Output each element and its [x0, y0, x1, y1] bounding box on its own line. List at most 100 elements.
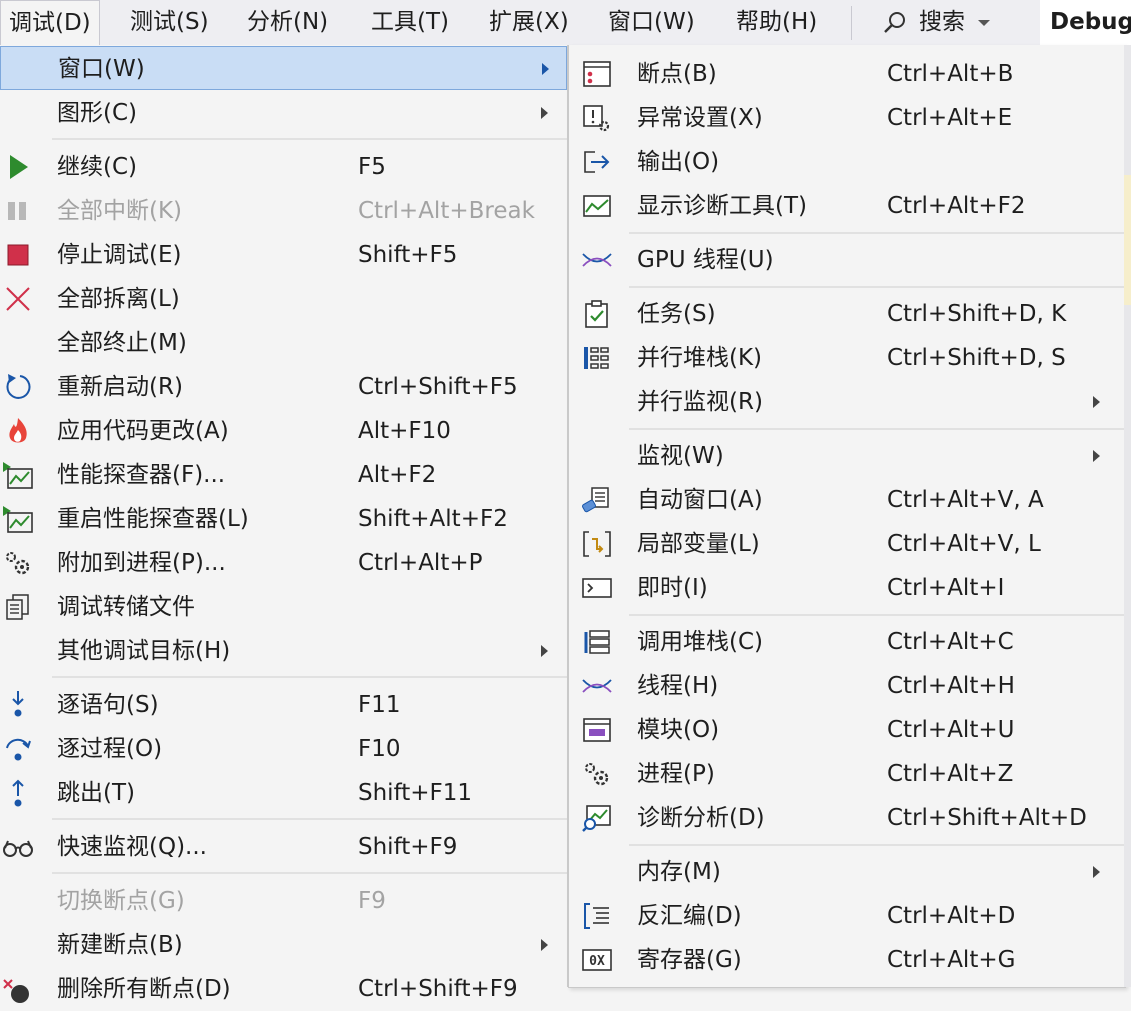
diagnostic-analysis-icon [581, 803, 613, 833]
solution-config-box[interactable]: Debug [1040, 0, 1131, 45]
menu-item-shortcut: Shift+F11 [358, 780, 473, 806]
menu-item-shortcut: Ctrl+Shift+F5 [358, 374, 518, 400]
submenu-item-parallel-stacks[interactable]: 并行堆栈(K) Ctrl+Shift+D, S [569, 336, 1125, 380]
submenu-item-call-stack[interactable]: 调用堆栈(C) Ctrl+Alt+C [569, 620, 1125, 664]
menu-item-delete-all-breakpoints[interactable]: 删除所有断点(D) Ctrl+Shift+F9 [0, 967, 567, 1011]
menu-item-label: 诊断分析(D) [637, 805, 765, 831]
menu-item-label: 输出(O) [637, 149, 720, 175]
submenu-item-autos[interactable]: 自动窗口(A) Ctrl+Alt+V, A [569, 478, 1125, 522]
menu-item-shortcut: Ctrl+Alt+F2 [887, 193, 1026, 219]
search-button[interactable]: 搜索 [919, 0, 965, 45]
menu-item-label: 窗口(W) [58, 56, 145, 82]
submenu-item-locals[interactable]: 局部变量(L) Ctrl+Alt+V, L [569, 522, 1125, 566]
submenu-item-exception-settings[interactable]: 异常设置(X) Ctrl+Alt+E [569, 96, 1125, 140]
search-icon[interactable] [882, 10, 908, 36]
submenu-item-tasks[interactable]: 任务(S) Ctrl+Shift+D, K [569, 292, 1125, 336]
menu-item-terminate-all[interactable]: 全部终止(M) [0, 321, 567, 365]
menu-item-label: 进程(P) [637, 761, 715, 787]
menubar-item-analyze[interactable]: 分析(N) [247, 0, 328, 45]
menubar-item-tools[interactable]: 工具(T) [371, 0, 449, 45]
menu-item-stop-debugging[interactable]: 停止调试(E) Shift+F5 [0, 233, 567, 277]
menu-item-continue[interactable]: 继续(C) F5 [0, 145, 567, 189]
submenu-item-processes[interactable]: 进程(P) Ctrl+Alt+Z [569, 752, 1125, 796]
exception-settings-icon [581, 103, 613, 133]
menu-item-step-over[interactable]: 逐过程(O) F10 [0, 727, 567, 771]
submenu-item-modules[interactable]: 模块(O) Ctrl+Alt+U [569, 708, 1125, 752]
menu-item-shortcut: F9 [358, 888, 386, 914]
editor-edge-highlight [1124, 175, 1131, 305]
menu-item-apply-code-changes[interactable]: 应用代码更改(A) Alt+F10 [0, 409, 567, 453]
menu-item-label: 全部终止(M) [57, 330, 187, 356]
menu-item-quick-watch[interactable]: 快速监视(Q)... Shift+F9 [0, 825, 567, 869]
submenu-item-threads[interactable]: 线程(H) Ctrl+Alt+H [569, 664, 1125, 708]
menu-item-label: 断点(B) [637, 61, 717, 87]
menu-separator [52, 676, 567, 678]
menu-item-shortcut: Alt+F10 [358, 418, 451, 444]
menu-item-shortcut: Ctrl+Shift+D, S [887, 345, 1066, 371]
menu-item-attach-to-process[interactable]: 附加到进程(P)... Ctrl+Alt+P [0, 541, 567, 585]
detach-x-icon [2, 284, 34, 314]
menu-item-window[interactable]: 窗口(W) [0, 46, 567, 90]
submenu-item-diagnostic-tools[interactable]: 显示诊断工具(T) Ctrl+Alt+F2 [569, 184, 1125, 228]
menu-item-detach-all[interactable]: 全部拆离(L) [0, 277, 567, 321]
menu-item-shortcut: Alt+F2 [358, 462, 437, 488]
submenu-item-immediate[interactable]: 即时(I) Ctrl+Alt+I [569, 566, 1125, 610]
menu-item-label: 异常设置(X) [637, 105, 763, 131]
menu-item-restart[interactable]: 重新启动(R) Ctrl+Shift+F5 [0, 365, 567, 409]
menu-item-label: 线程(H) [637, 673, 719, 699]
menu-item-label: 删除所有断点(D) [57, 976, 231, 1002]
menu-item-label: 继续(C) [57, 154, 138, 180]
menu-item-relaunch-profiler[interactable]: 重启性能探查器(L) Shift+Alt+F2 [0, 497, 567, 541]
menubar-item-test[interactable]: 测试(S) [130, 0, 209, 45]
menu-item-step-into[interactable]: 逐语句(S) F11 [0, 683, 567, 727]
menu-item-shortcut: Ctrl+Alt+H [887, 673, 1015, 699]
menubar-item-extensions[interactable]: 扩展(X) [489, 0, 569, 45]
submenu-item-watch[interactable]: 监视(W) [569, 434, 1125, 478]
debug-menu: 窗口(W) 图形(C) 继续(C) F5 全部中断(K) Ctrl+Alt+Br… [0, 45, 568, 1003]
processes-icon [581, 759, 613, 789]
menu-item-label: 调用堆栈(C) [637, 629, 764, 655]
menu-item-break-all[interactable]: 全部中断(K) Ctrl+Alt+Break [0, 189, 567, 233]
menu-item-label: 任务(S) [637, 301, 716, 327]
menu-item-label: 显示诊断工具(T) [637, 193, 807, 219]
chevron-right-icon [541, 939, 548, 951]
menu-item-new-breakpoint[interactable]: 新建断点(B) [0, 923, 567, 967]
menu-item-other-debug-targets[interactable]: 其他调试目标(H) [0, 629, 567, 673]
menubar-item-help[interactable]: 帮助(H) [736, 0, 817, 45]
menu-item-label: 全部中断(K) [57, 198, 183, 224]
submenu-item-output[interactable]: 输出(O) [569, 140, 1125, 184]
parallel-stacks-icon [581, 343, 613, 373]
menu-separator [629, 232, 1125, 234]
menu-item-step-out[interactable]: 跳出(T) Shift+F11 [0, 771, 567, 815]
menu-item-label: 局部变量(L) [637, 531, 760, 557]
submenu-item-gpu-threads[interactable]: GPU 线程(U) [569, 238, 1125, 282]
menubar-item-debug[interactable]: 调试(D) [0, 0, 100, 46]
menu-item-shortcut: Ctrl+Alt+P [358, 550, 483, 576]
output-icon [581, 147, 613, 177]
gpu-threads-icon [581, 245, 613, 275]
locals-icon [581, 529, 613, 559]
menu-item-graphics[interactable]: 图形(C) [0, 91, 567, 135]
menubar-item-window[interactable]: 窗口(W) [608, 0, 695, 45]
chevron-right-icon [1093, 450, 1100, 462]
restart-icon [2, 372, 34, 402]
menu-item-label: 逐过程(O) [57, 736, 163, 762]
submenu-item-registers[interactable]: 0X 寄存器(G) Ctrl+Alt+G [569, 938, 1125, 982]
submenu-item-disassembly[interactable]: 反汇编(D) Ctrl+Alt+D [569, 894, 1125, 938]
menu-item-toggle-breakpoint[interactable]: 切换断点(G) F9 [0, 879, 567, 923]
profiler-icon [2, 460, 34, 490]
menu-item-label: 并行堆栈(K) [637, 345, 763, 371]
menu-item-label: 反汇编(D) [637, 903, 742, 929]
menu-item-label: GPU 线程(U) [637, 247, 774, 273]
submenu-item-diagnostic-analysis[interactable]: 诊断分析(D) Ctrl+Shift+Alt+D [569, 796, 1125, 840]
menu-item-debug-dump-file[interactable]: 调试转储文件 [0, 585, 567, 629]
menu-item-label: 即时(I) [637, 575, 708, 601]
submenu-item-parallel-watch[interactable]: 并行监视(R) [569, 380, 1125, 424]
chevron-down-icon[interactable] [978, 20, 990, 26]
menu-item-shortcut: Ctrl+Shift+D, K [887, 301, 1067, 327]
menu-item-shortcut: Ctrl+Alt+I [887, 575, 1005, 601]
submenu-item-memory[interactable]: 内存(M) [569, 850, 1125, 894]
menu-item-shortcut: Ctrl+Shift+Alt+D [887, 805, 1087, 831]
menu-item-performance-profiler[interactable]: 性能探查器(F)... Alt+F2 [0, 453, 567, 497]
submenu-item-breakpoints[interactable]: 断点(B) Ctrl+Alt+B [569, 52, 1125, 96]
